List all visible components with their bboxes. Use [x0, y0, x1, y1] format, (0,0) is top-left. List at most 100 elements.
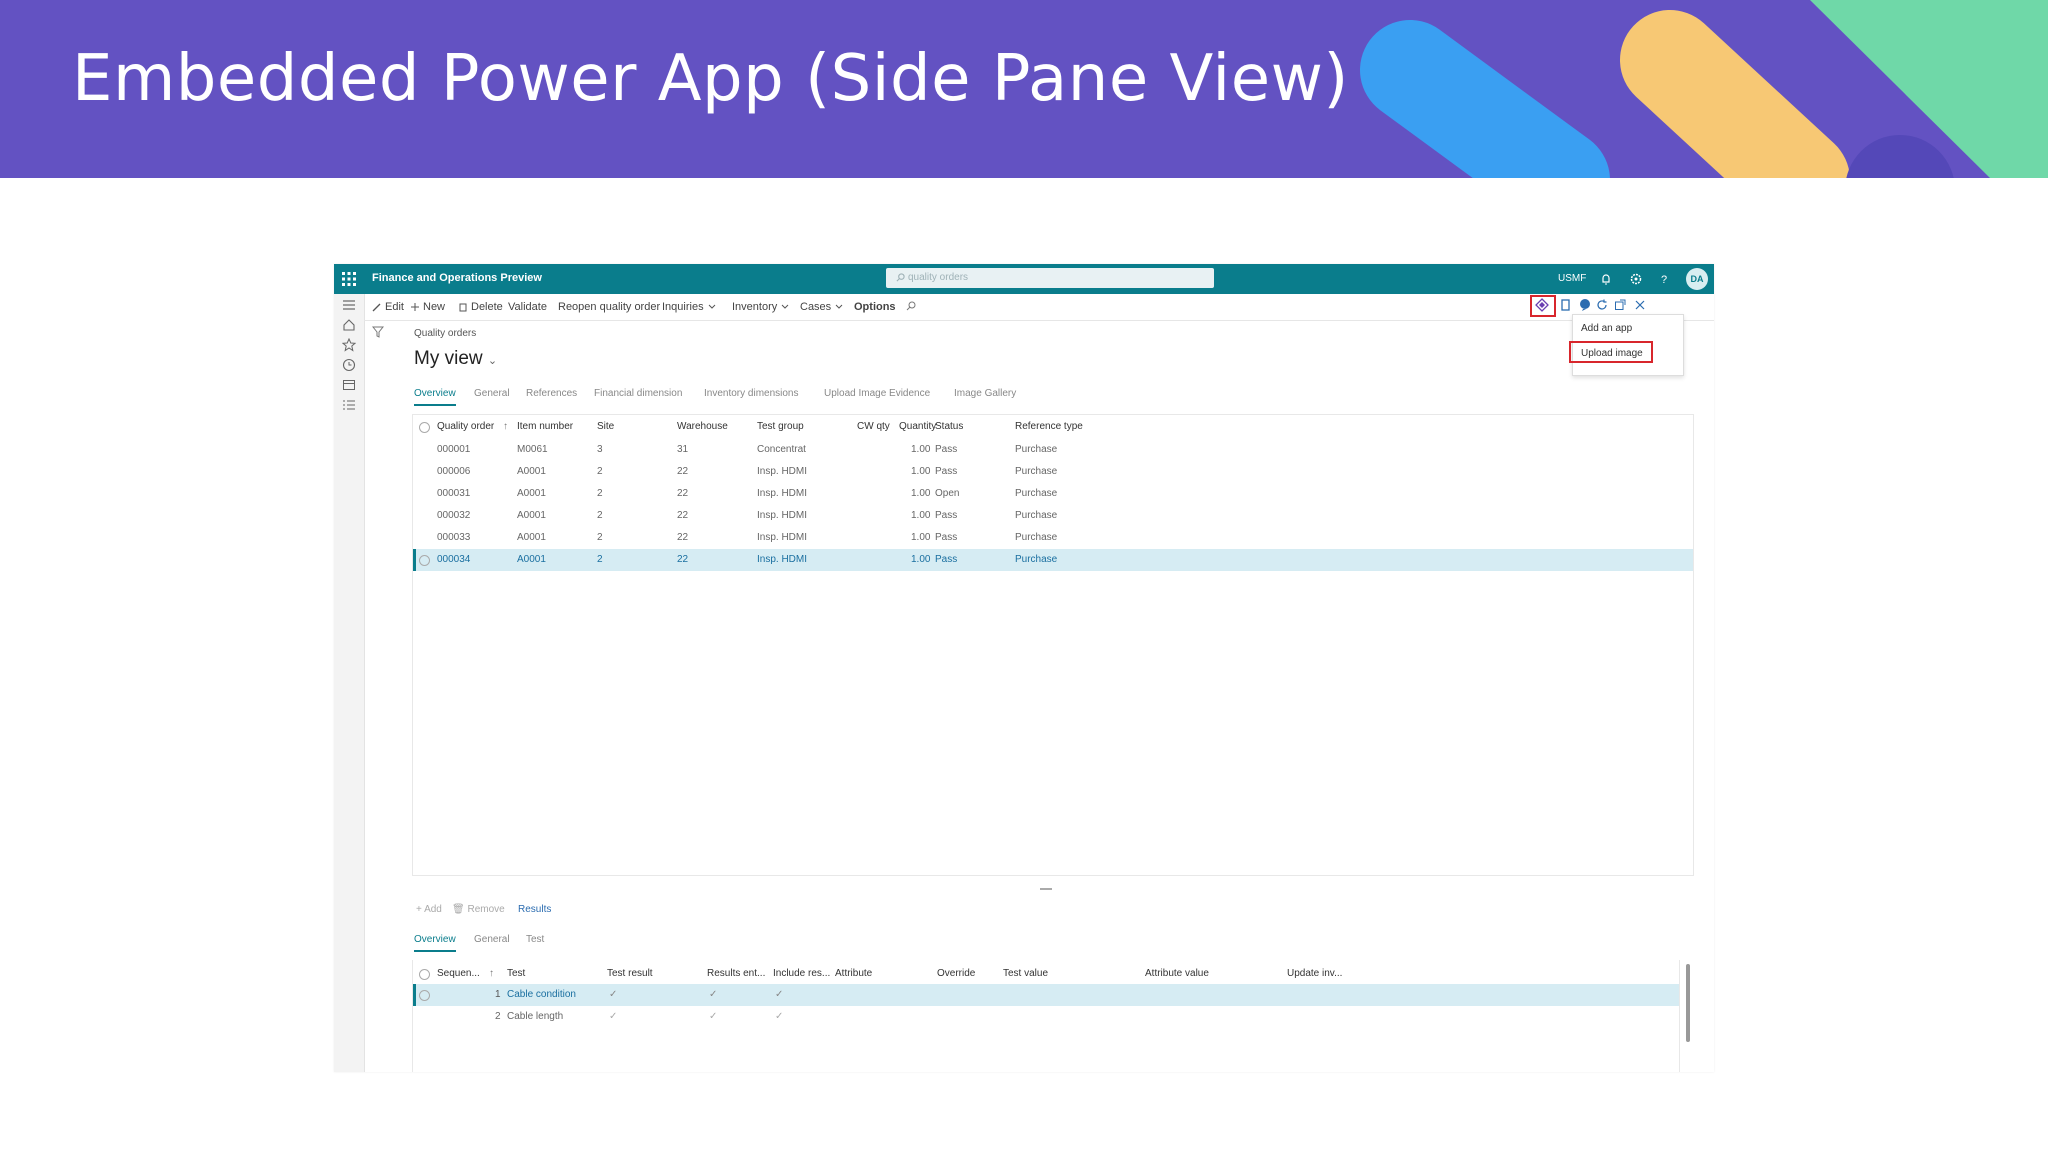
- col-quantity[interactable]: Quantity: [899, 421, 936, 432]
- cell-quality-order[interactable]: 000033: [437, 532, 470, 543]
- col-item-number[interactable]: Item number: [517, 421, 573, 432]
- validate-button[interactable]: Validate: [508, 301, 547, 313]
- filter-icon[interactable]: [372, 326, 384, 338]
- test-name[interactable]: Cable length: [507, 1011, 563, 1022]
- cell-site: 2: [597, 466, 603, 477]
- select-all-checkbox[interactable]: [419, 422, 430, 433]
- col-results-entered[interactable]: Results ent...: [707, 968, 765, 979]
- col-warehouse[interactable]: Warehouse: [677, 421, 728, 432]
- tab-financial-dimension[interactable]: Financial dimension: [594, 388, 682, 399]
- cell-item-number: A0001: [517, 532, 546, 543]
- cell-reference-type: Purchase: [1015, 532, 1058, 543]
- cell-quality-order[interactable]: 000001: [437, 444, 470, 455]
- avatar[interactable]: DA: [1686, 268, 1708, 290]
- cell-test-group: Insp. HDMI: [757, 510, 808, 521]
- cell-quality-order[interactable]: 000034: [437, 554, 470, 565]
- col-test-result[interactable]: Test result: [607, 968, 653, 979]
- test-line-row[interactable]: 2 Cable length ✓ ✓ ✓: [413, 1006, 1679, 1028]
- table-row[interactable]: 000033 A0001 2 22 Insp. HDMI 1.00 Pass Purchase: [413, 527, 1693, 549]
- cell-quality-order[interactable]: 000006: [437, 466, 470, 477]
- inquiries-menu[interactable]: Inquiries: [662, 301, 717, 313]
- inventory-menu[interactable]: Inventory: [732, 301, 790, 313]
- close-icon[interactable]: [1634, 299, 1646, 311]
- clock-icon[interactable]: [342, 358, 356, 372]
- search-input[interactable]: quality orders: [908, 268, 968, 288]
- row-checkbox[interactable]: [419, 990, 430, 1001]
- col-site[interactable]: Site: [597, 421, 614, 432]
- chevron-down-icon: ⌄: [487, 355, 498, 367]
- edit-button[interactable]: Edit: [372, 301, 404, 313]
- check-icon: ✓: [775, 989, 784, 1000]
- test-link[interactable]: Cable condition: [507, 989, 576, 1000]
- results-button[interactable]: Results: [518, 904, 551, 915]
- tab-inventory-dimensions[interactable]: Inventory dimensions: [704, 388, 799, 399]
- col-quality-order[interactable]: Quality order: [437, 421, 494, 432]
- table-row[interactable]: 000031 A0001 2 22 Insp. HDMI 1.00 Open Purchase: [413, 483, 1693, 505]
- refresh-icon[interactable]: [1596, 299, 1608, 311]
- office-icon[interactable]: [1560, 299, 1572, 311]
- help-icon[interactable]: ?: [1656, 271, 1672, 287]
- cell-quality-order[interactable]: 000031: [437, 488, 470, 499]
- view-name: My view: [414, 348, 483, 369]
- col-reference-type[interactable]: Reference type: [1015, 421, 1083, 432]
- lower-grid-scrollbar[interactable]: [1686, 964, 1690, 1042]
- check-icon: ✓: [609, 989, 618, 1000]
- waffle-icon[interactable]: [342, 272, 356, 286]
- open-new-window-icon[interactable]: [1614, 299, 1626, 311]
- col-include-results[interactable]: Include res...: [773, 968, 830, 979]
- company-picker[interactable]: USMF: [1558, 273, 1586, 284]
- col-override[interactable]: Override: [937, 968, 975, 979]
- modules-icon[interactable]: [342, 398, 356, 412]
- col-update-inventory[interactable]: Update inv...: [1287, 968, 1342, 979]
- options-menu[interactable]: Options: [854, 301, 896, 313]
- tab-overview[interactable]: Overview: [414, 388, 456, 406]
- lower-tab-test[interactable]: Test: [526, 934, 544, 945]
- hamburger-icon[interactable]: [342, 298, 356, 312]
- col-attribute-value[interactable]: Attribute value: [1145, 968, 1209, 979]
- power-apps-icon[interactable]: [1535, 298, 1549, 312]
- lower-tab-overview[interactable]: Overview: [414, 934, 456, 952]
- view-selector[interactable]: My view ⌄: [414, 348, 497, 370]
- new-button[interactable]: New: [410, 301, 445, 313]
- table-row[interactable]: 000001 M0061 3 31 Concentrat 1.00 Pass Purchase: [413, 439, 1693, 461]
- lower-tab-general[interactable]: General: [474, 934, 510, 945]
- star-icon[interactable]: [342, 338, 356, 352]
- delete-button[interactable]: Delete: [458, 301, 503, 313]
- col-status[interactable]: Status: [935, 421, 963, 432]
- new-label: New: [423, 301, 446, 313]
- app-name[interactable]: Finance and Operations Preview: [372, 272, 542, 284]
- lower-select-all-checkbox[interactable]: [419, 969, 430, 980]
- inventory-label: Inventory: [732, 301, 778, 313]
- attachment-icon[interactable]: [1578, 298, 1592, 312]
- action-search-button[interactable]: [906, 301, 916, 311]
- cases-menu[interactable]: Cases: [800, 301, 844, 313]
- add-line-button[interactable]: + Add: [416, 904, 442, 915]
- cell-quality-order[interactable]: 000032: [437, 510, 470, 521]
- row-checkbox[interactable]: [419, 555, 430, 566]
- col-test-group[interactable]: Test group: [757, 421, 804, 432]
- remove-line-button[interactable]: 🗑 Remove: [452, 904, 505, 915]
- search-box[interactable]: quality orders: [886, 268, 1214, 288]
- table-row[interactable]: 000006 A0001 2 22 Insp. HDMI 1.00 Pass Purchase: [413, 461, 1693, 483]
- add-an-app-item[interactable]: Add an app: [1581, 323, 1632, 334]
- col-sequence[interactable]: Sequen...: [437, 968, 480, 979]
- col-cw-qty[interactable]: CW qty: [857, 421, 890, 432]
- bell-icon[interactable]: [1598, 271, 1614, 287]
- splitter-handle[interactable]: [1040, 888, 1052, 890]
- tab-general[interactable]: General: [474, 388, 510, 399]
- tab-references[interactable]: References: [526, 388, 577, 399]
- cell-site: 2: [597, 510, 603, 521]
- col-attribute[interactable]: Attribute: [835, 968, 872, 979]
- reopen-button[interactable]: Reopen quality order: [558, 301, 660, 313]
- workspaces-icon[interactable]: [342, 378, 356, 392]
- home-icon[interactable]: [342, 318, 356, 332]
- test-line-row[interactable]: 1 Cable condition ✓ ✓ ✓: [413, 984, 1679, 1006]
- cell-status: Pass: [935, 532, 958, 543]
- table-row[interactable]: 000032 A0001 2 22 Insp. HDMI 1.00 Pass Purchase: [413, 505, 1693, 527]
- gear-icon[interactable]: [1628, 271, 1644, 287]
- tab-image-gallery[interactable]: Image Gallery: [954, 388, 1016, 399]
- tab-upload-image-evidence[interactable]: Upload Image Evidence: [824, 388, 930, 399]
- col-test-value[interactable]: Test value: [1003, 968, 1048, 979]
- col-test[interactable]: Test: [507, 968, 525, 979]
- table-row[interactable]: 000034 A0001 2 22 Insp. HDMI 1.00 Pass Purchase: [413, 549, 1693, 571]
